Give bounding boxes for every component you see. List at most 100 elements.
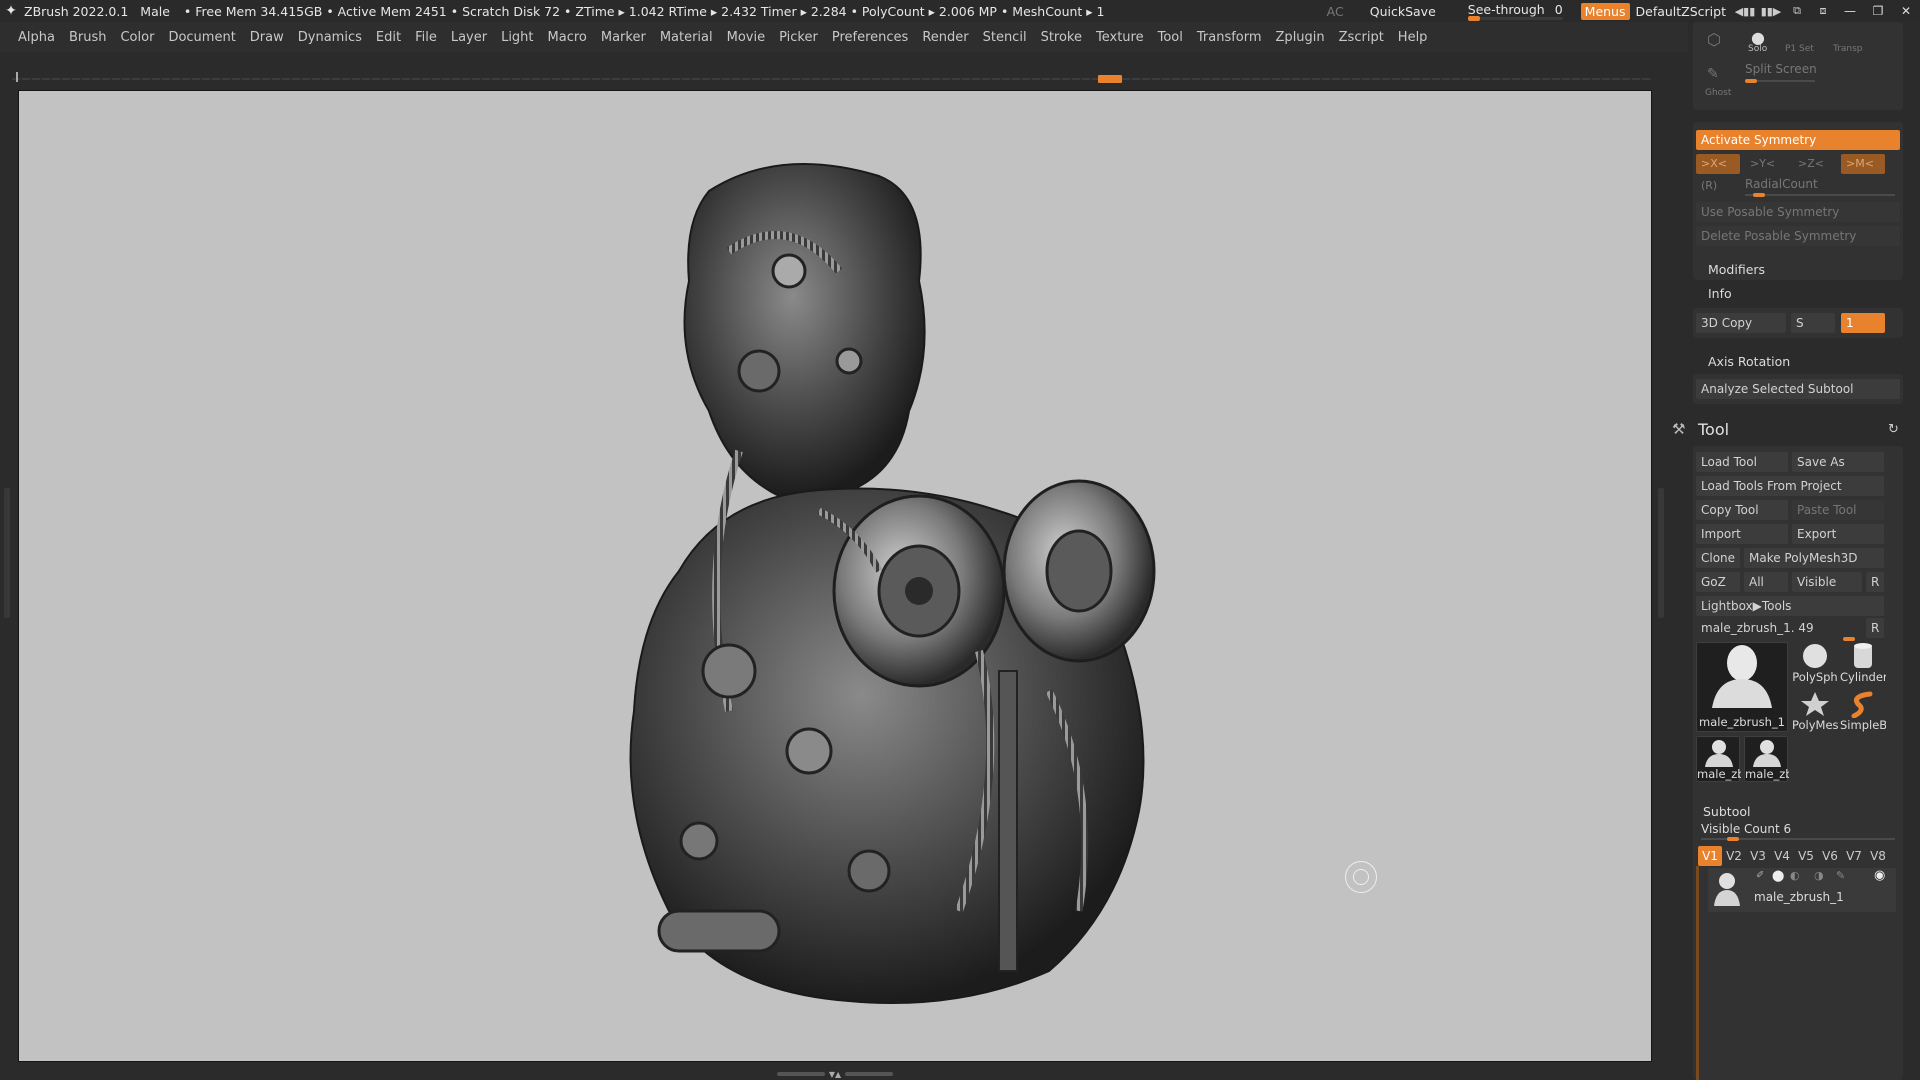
menu-brush[interactable]: Brush	[69, 30, 107, 45]
subtool-material-icon[interactable]: ◐	[1790, 869, 1800, 882]
current-tool-slider[interactable]: male_zbrush_1. 49	[1696, 618, 1860, 638]
copy-count-field[interactable]: 1	[1841, 313, 1885, 333]
lightbox-tools-button[interactable]: Lightbox▶Tools	[1696, 596, 1884, 616]
menu-stroke[interactable]: Stroke	[1041, 30, 1082, 45]
menu-zscript[interactable]: Zscript	[1339, 30, 1384, 45]
make-polymesh3d-button[interactable]: Make PolyMesh3D	[1744, 548, 1884, 568]
bottom-tray-handle[interactable]: ▼▲	[770, 1070, 900, 1079]
transp-label[interactable]: Transp	[1833, 44, 1863, 54]
subtool-mask-icon[interactable]: ◑	[1814, 869, 1824, 882]
subtool-tab-v5[interactable]: V5	[1794, 846, 1818, 866]
symmetry-x-button[interactable]: >X<	[1696, 154, 1740, 174]
menu-layer[interactable]: Layer	[451, 30, 487, 45]
s-button[interactable]: S	[1791, 313, 1835, 333]
clone-button[interactable]: Clone	[1696, 548, 1740, 568]
subtool-eye-icon[interactable]: ◉	[1874, 868, 1885, 883]
layout-menu-icon[interactable]: ⧈	[1810, 4, 1836, 18]
subtool-tab-v2[interactable]: V2	[1722, 846, 1746, 866]
ghost-icon[interactable]: ✎	[1707, 66, 1719, 82]
menu-picker[interactable]: Picker	[779, 30, 818, 45]
radial-count-slider[interactable]	[1745, 194, 1895, 196]
timeline-strip[interactable]	[12, 72, 1652, 86]
tool-thumb-polymesh[interactable]: PolyMes	[1792, 690, 1838, 736]
layout-prev-icon[interactable]: ◀▮▮	[1732, 5, 1758, 18]
menu-edit[interactable]: Edit	[376, 30, 401, 45]
subtool-tab-v1[interactable]: V1	[1698, 846, 1722, 866]
load-tool-button[interactable]: Load Tool	[1696, 452, 1788, 472]
subtool-tab-v6[interactable]: V6	[1818, 846, 1842, 866]
subtool-scrollbar[interactable]	[1696, 866, 1699, 1080]
subtool-brush-icon[interactable]: ✐	[1756, 870, 1764, 881]
goz-all-button[interactable]: All	[1744, 572, 1788, 592]
layout-swap-icon[interactable]: ⧉	[1784, 4, 1810, 18]
menu-help[interactable]: Help	[1398, 30, 1428, 45]
menu-movie[interactable]: Movie	[727, 30, 765, 45]
menu-tool[interactable]: Tool	[1158, 30, 1183, 45]
symmetry-z-button[interactable]: >Z<	[1793, 154, 1837, 174]
subtool-lock-icon[interactable]: ✎	[1836, 869, 1845, 882]
tool-thumb-small-1[interactable]: male_zb	[1696, 736, 1741, 782]
right-tray-handle[interactable]	[1658, 488, 1664, 618]
axis-rotation-section[interactable]: Axis Rotation	[1708, 354, 1790, 369]
tool-reset-icon[interactable]: ↻	[1888, 422, 1899, 437]
radial-r-toggle[interactable]: (R)	[1701, 179, 1717, 192]
tool-thumb-cylinder[interactable]: Cylinder	[1840, 642, 1886, 688]
goz-button[interactable]: GoZ	[1696, 572, 1740, 592]
info-section[interactable]: Info	[1708, 286, 1732, 301]
menu-dynamics[interactable]: Dynamics	[298, 30, 362, 45]
analyze-selected-subtool-button[interactable]: Analyze Selected Subtool	[1696, 379, 1900, 399]
tool-thumb-simplebrush[interactable]: SimpleB	[1840, 690, 1886, 736]
goz-visible-button[interactable]: Visible	[1792, 572, 1862, 592]
tool-pin-icon[interactable]: ⚒	[1672, 420, 1685, 438]
menu-alpha[interactable]: Alpha	[18, 30, 55, 45]
load-tools-from-project-button[interactable]: Load Tools From Project	[1696, 476, 1884, 496]
close-icon[interactable]: ✕	[1892, 4, 1920, 18]
copy-tool-button[interactable]: Copy Tool	[1696, 500, 1788, 520]
3d-copy-button[interactable]: 3D Copy	[1696, 313, 1786, 333]
polyframe-label[interactable]: P1 Set	[1785, 44, 1814, 54]
tool-thumb-polysphere[interactable]: PolySph	[1792, 642, 1838, 688]
minimize-icon[interactable]: —	[1836, 4, 1864, 18]
layout-next-icon[interactable]: ▮▮▶	[1758, 5, 1784, 18]
ac-label[interactable]: AC	[1327, 4, 1344, 19]
symmetry-m-button[interactable]: >M<	[1841, 154, 1885, 174]
menu-transform[interactable]: Transform	[1197, 30, 1262, 45]
subtool-list-item[interactable]: ✐ ⬤ ◐ ◑ ✎ ◉ male_zbrush_1	[1708, 868, 1896, 912]
subtool-tab-v4[interactable]: V4	[1770, 846, 1794, 866]
see-through-slider[interactable]: See-through 0	[1467, 2, 1563, 21]
import-button[interactable]: Import	[1696, 524, 1788, 544]
current-tool-r-button[interactable]: R	[1866, 618, 1884, 638]
subtool-tab-v8[interactable]: V8	[1866, 846, 1890, 866]
menu-material[interactable]: Material	[660, 30, 713, 45]
export-button[interactable]: Export	[1792, 524, 1884, 544]
menu-stencil[interactable]: Stencil	[983, 30, 1027, 45]
canvas-viewport[interactable]	[18, 90, 1652, 1062]
menu-draw[interactable]: Draw	[250, 30, 284, 45]
modifiers-section[interactable]: Modifiers	[1708, 262, 1765, 277]
left-tray-handle[interactable]	[4, 488, 10, 618]
visible-count-slider[interactable]: Visible Count 6	[1701, 822, 1791, 836]
paste-tool-button[interactable]: Paste Tool	[1792, 500, 1884, 520]
menu-preferences[interactable]: Preferences	[832, 30, 908, 45]
subtool-tab-v7[interactable]: V7	[1842, 846, 1866, 866]
timeline-marker[interactable]	[1098, 75, 1122, 83]
tool-palette-title[interactable]: Tool	[1698, 420, 1729, 439]
use-posable-symmetry-button[interactable]: Use Posable Symmetry	[1696, 202, 1900, 222]
tool-thumb-small-2[interactable]: male_zb	[1744, 736, 1789, 782]
quicksave-button[interactable]: QuickSave	[1370, 4, 1436, 19]
restore-icon[interactable]: ❐	[1864, 4, 1892, 18]
delete-posable-symmetry-button[interactable]: Delete Posable Symmetry	[1696, 226, 1900, 246]
menu-zplugin[interactable]: Zplugin	[1276, 30, 1325, 45]
subtool-title[interactable]: Subtool	[1703, 804, 1750, 819]
menu-document[interactable]: Document	[168, 30, 235, 45]
split-screen-button[interactable]: Split Screen	[1745, 62, 1817, 76]
default-zscript-button[interactable]: DefaultZScript	[1636, 4, 1727, 19]
menu-render[interactable]: Render	[922, 30, 968, 45]
menu-color[interactable]: Color	[120, 30, 154, 45]
menu-light[interactable]: Light	[501, 30, 533, 45]
tool-thumb-main[interactable]: male_zbrush_1	[1696, 642, 1788, 732]
goz-r-button[interactable]: R	[1866, 572, 1884, 592]
menu-macro[interactable]: Macro	[548, 30, 587, 45]
subtool-tab-v3[interactable]: V3	[1746, 846, 1770, 866]
menu-file[interactable]: File	[415, 30, 437, 45]
